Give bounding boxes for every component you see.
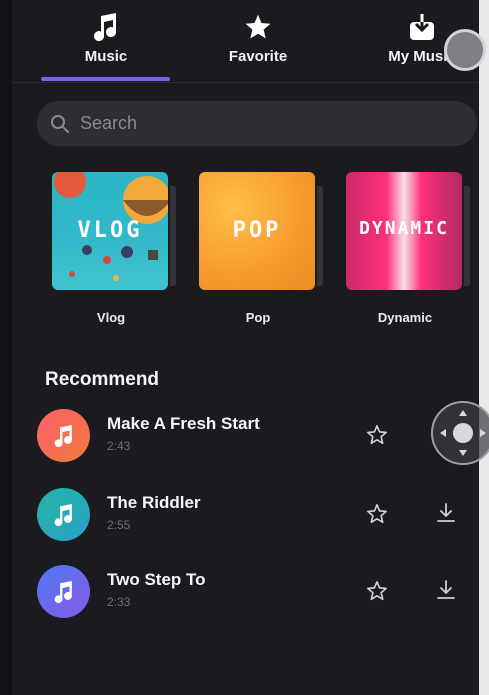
song-duration: 2:55 [107,518,131,532]
floating-dpad-control[interactable] [431,401,489,465]
section-title: Recommend [45,369,160,390]
song-thumbnail [37,565,90,618]
tab-indicator [41,77,170,81]
right-edge [479,0,489,695]
favorite-star-icon[interactable] [366,424,388,446]
album-cover-text: VLOG [77,218,143,243]
album-stack-edge [170,186,176,286]
tab-music[interactable]: Music [36,12,176,65]
tab-label: Music [84,48,128,65]
song-row[interactable]: Two Step To 2:33 [37,562,477,622]
tab-bar: Music Favorite My Music [12,0,479,83]
music-note-icon [54,580,72,603]
music-note-icon [54,503,72,526]
album-vlog[interactable]: VLOG Vlog [52,172,176,325]
search-input[interactable] [78,112,462,135]
album-name: Vlog [96,310,126,325]
music-note-icon [54,424,72,447]
song-title: Two Step To [107,570,206,589]
song-thumbnail [37,409,90,462]
tab-label: Favorite [228,48,288,65]
album-name: Dynamic [377,310,433,325]
album-stack-edge [464,186,470,286]
album-cover-text: POP [232,218,282,243]
song-title: The Riddler [107,493,201,512]
song-duration: 2:43 [107,439,131,453]
album-dynamic[interactable]: DYNAMIC Dynamic [346,172,470,325]
left-edge [0,0,12,695]
floating-assistive-button[interactable] [444,29,486,71]
song-duration: 2:33 [107,595,131,609]
album-cover-text: DYNAMIC [359,218,449,239]
song-row[interactable]: The Riddler 2:55 [37,485,477,545]
search-icon [51,114,69,133]
download-icon[interactable] [434,501,458,525]
download-icon[interactable] [434,578,458,602]
favorite-star-icon[interactable] [366,580,388,602]
album-cover: POP [199,172,315,290]
music-note-icon [36,12,176,42]
album-cover: DYNAMIC [346,172,462,290]
album-cover: VLOG [52,172,168,290]
search-bar[interactable] [37,101,477,146]
song-thumbnail [37,488,90,541]
album-name: Pop [245,310,271,325]
tab-favorite[interactable]: Favorite [188,12,328,65]
star-icon [188,12,328,42]
song-row[interactable]: Make A Fresh Start 2:43 [37,406,477,466]
song-title: Make A Fresh Start [107,414,260,433]
album-stack-edge [317,186,323,286]
favorite-star-icon[interactable] [366,503,388,525]
album-pop[interactable]: POP Pop [199,172,323,325]
dpad-center [453,423,473,443]
app-screen: Music Favorite My Music Search VLOG Vlog… [0,0,489,695]
